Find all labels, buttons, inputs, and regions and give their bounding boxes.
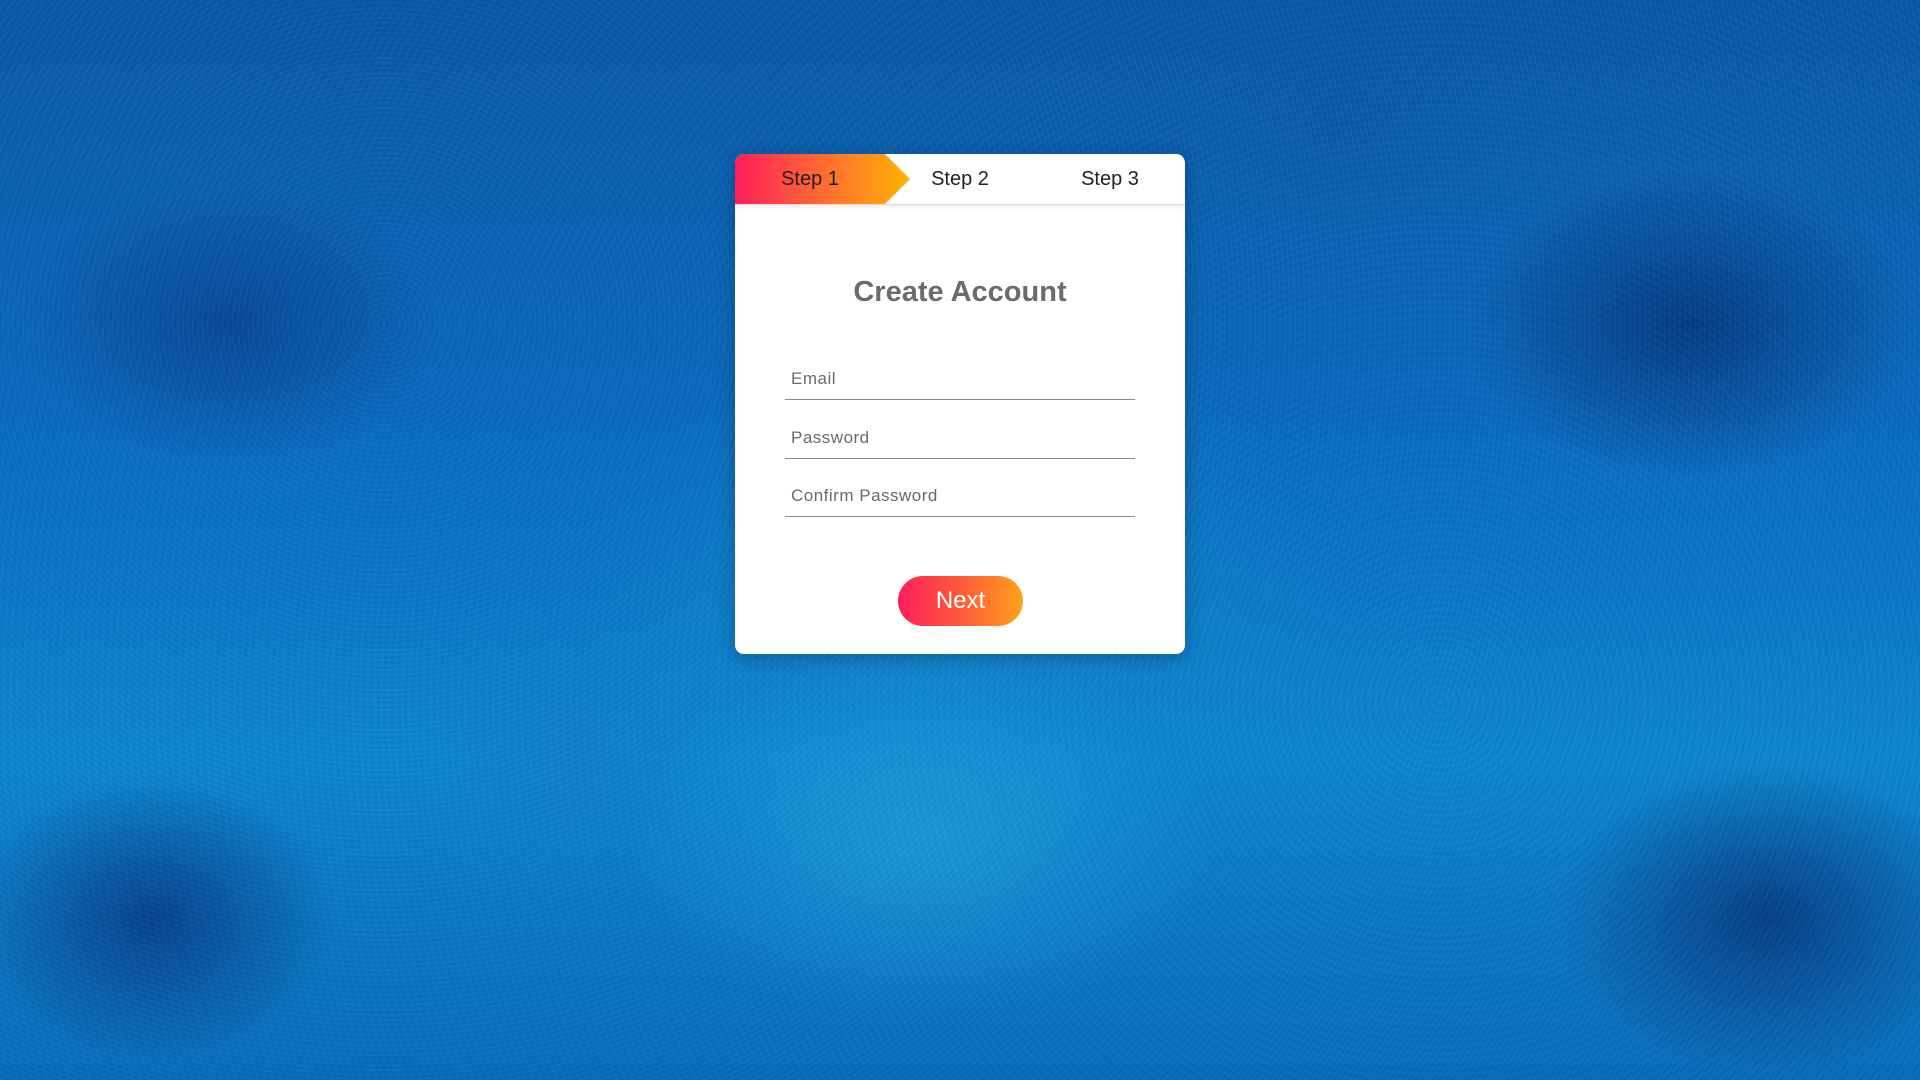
step-progress-bar: Step 1 Step 2 Step 3: [735, 154, 1185, 205]
password-field-wrapper: [785, 418, 1135, 459]
confirm-password-field-wrapper: [785, 476, 1135, 517]
signup-card: Step 1 Step 2 Step 3 Create Account Next: [735, 154, 1185, 654]
step-3-tab[interactable]: Step 3: [1035, 154, 1185, 204]
email-field-wrapper: [785, 359, 1135, 400]
form-title: Create Account: [853, 276, 1067, 308]
next-button[interactable]: Next: [898, 576, 1023, 626]
step-2-tab[interactable]: Step 2: [885, 154, 1035, 204]
password-input[interactable]: [785, 418, 1135, 458]
step-1-tab[interactable]: Step 1: [735, 154, 885, 204]
email-input[interactable]: [785, 359, 1135, 399]
confirm-password-input[interactable]: [785, 476, 1135, 516]
